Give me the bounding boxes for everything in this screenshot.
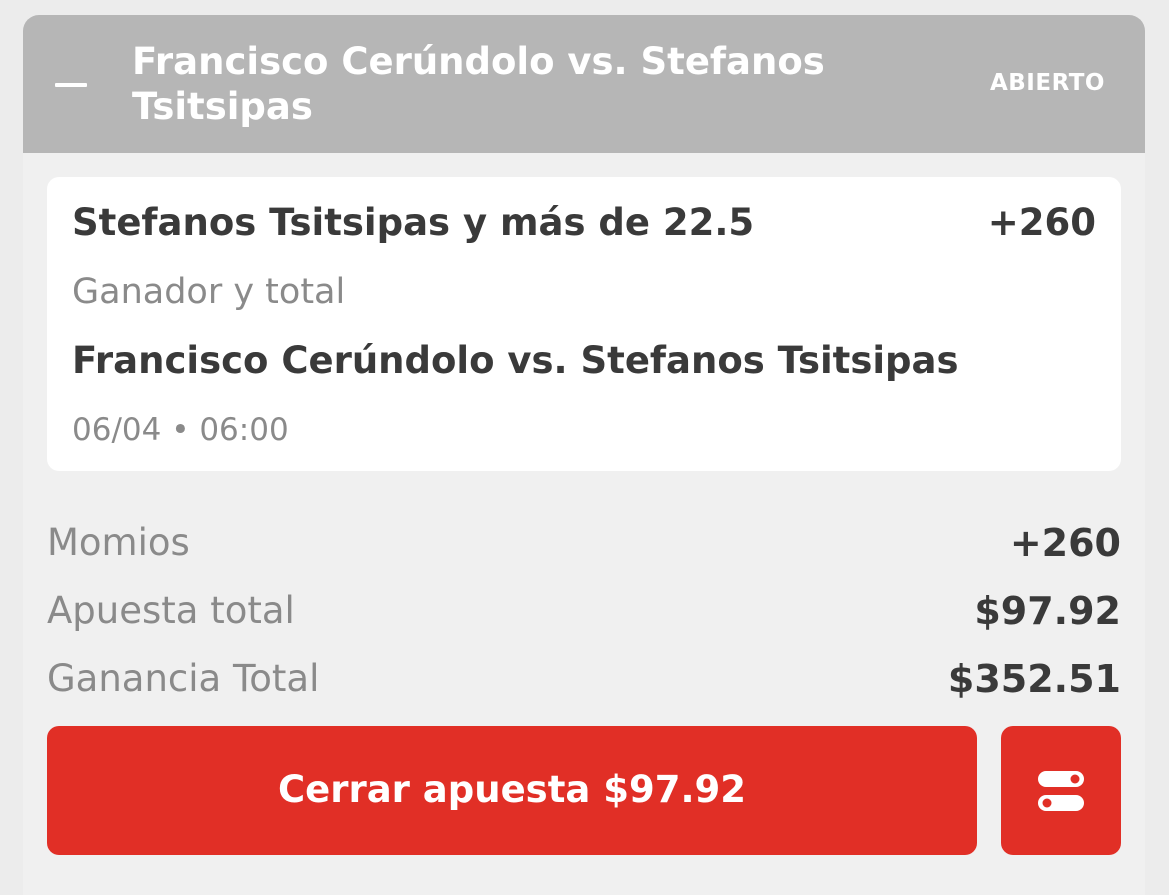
odds-value: +260 bbox=[1009, 521, 1121, 565]
bet-card: Francisco Cerúndolo vs. Stefanos Tsitsip… bbox=[23, 15, 1145, 895]
selection-card: Stefanos Tsitsipas y más de 22.5 +260 Ga… bbox=[47, 177, 1121, 471]
cashout-button[interactable]: Cerrar apuesta $97.92 bbox=[47, 726, 977, 855]
cashout-button-label: Cerrar apuesta $97.92 bbox=[277, 768, 747, 811]
event-title: Francisco Cerúndolo vs. Stefanos Tsitsip… bbox=[132, 40, 825, 128]
market-name: Ganador y total bbox=[72, 272, 346, 312]
payout-label: Ganancia Total bbox=[47, 657, 320, 700]
toggle-settings-button[interactable] bbox=[1001, 726, 1121, 855]
stake-value: $97.92 bbox=[974, 589, 1121, 633]
odds-label: Momios bbox=[47, 521, 190, 564]
status-badge: ABIERTO bbox=[989, 70, 1105, 96]
stake-row: Apuesta total $97.92 bbox=[47, 589, 1121, 639]
event-name: Francisco Cerúndolo vs. Stefanos Tsitsip… bbox=[72, 339, 959, 382]
event-datetime: 06/04 • 06:00 bbox=[72, 412, 289, 448]
selection-name: Stefanos Tsitsipas y más de 22.5 bbox=[72, 201, 755, 244]
odds-row: Momios +260 bbox=[47, 521, 1121, 571]
collapse-button[interactable] bbox=[45, 65, 101, 105]
payout-row: Ganancia Total $352.51 bbox=[47, 657, 1121, 707]
minus-icon bbox=[55, 83, 87, 87]
toggle-settings-icon bbox=[1038, 771, 1084, 811]
stake-label: Apuesta total bbox=[47, 589, 295, 632]
selection-odds: +260 bbox=[987, 201, 1096, 244]
payout-value: $352.51 bbox=[947, 657, 1121, 701]
bet-card-header[interactable]: Francisco Cerúndolo vs. Stefanos Tsitsip… bbox=[23, 15, 1145, 153]
